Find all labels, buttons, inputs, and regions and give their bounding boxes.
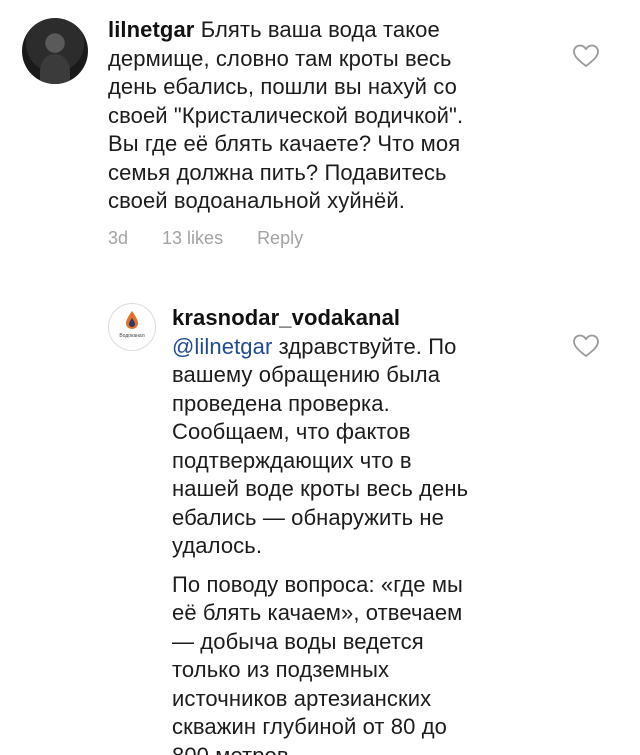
comment-line: дермище, словно там кроты весь	[108, 45, 452, 71]
reply-line: здравствуйте. По	[272, 333, 457, 359]
reply-line: По поводу вопроса: «где мы	[172, 571, 463, 597]
comment-line: своей водоанальной хуйнёй.	[108, 188, 405, 213]
reply-line: скважин глубиной от 80 до	[172, 714, 447, 739]
reply-line: Сообщаем, что фактов	[172, 419, 411, 444]
comment-line: Блять ваша вода такое	[200, 17, 440, 42]
water-drop-icon	[126, 311, 138, 329]
reply-line: подтверждающих что в	[172, 447, 412, 473]
comment-text: lilnetgar Блять ваша вода такое дермище,…	[108, 16, 538, 216]
reply-line: удалось.	[172, 533, 263, 558]
comment-line: Вы где её блять качаете? Что моя	[108, 131, 461, 156]
avatar[interactable]	[22, 18, 88, 84]
reply-line: ебались — обнаружить не	[172, 504, 444, 530]
comment-line: день ебались, пошли вы нахуй со	[108, 74, 457, 99]
reply-line: нашей воде кроты весь день	[172, 476, 469, 501]
reply-line: её блять качаем», отвечаем	[172, 600, 463, 625]
reply-line: источников артезианских	[172, 685, 432, 711]
reply-line: вашему обращению была	[172, 362, 441, 387]
reply-paragraph: По поводу вопроса: «где мы её блять кача…	[172, 571, 532, 755]
reply-button[interactable]: Reply	[257, 228, 303, 249]
comment-line: своей "Кристалической водичкой".	[108, 102, 464, 128]
mention-link[interactable]: @lilnetgar	[172, 334, 272, 359]
reply-line: — добыча воды ведется	[172, 628, 424, 654]
comments-screen: lilnetgar Блять ваша вода такое дермище,…	[0, 0, 640, 755]
avatar-caption: Водоканал	[119, 333, 145, 339]
comment-line: семья должна пить? Подавитесь	[108, 159, 447, 185]
reply-text: krasnodar_vodakanal @lilnetgar здравству…	[172, 304, 532, 755]
comment-time: 3d	[108, 228, 129, 248]
comment-likes[interactable]: 13 likes	[162, 228, 223, 249]
reply-avatar[interactable]: Водоканал	[108, 303, 156, 351]
reply-line: только из подземных	[172, 657, 390, 682]
comment-username[interactable]: lilnetgar	[108, 17, 194, 42]
reply-line: 800 метров.	[172, 742, 295, 755]
like-heart-icon[interactable]	[572, 43, 600, 69]
reply-like-heart-icon[interactable]	[572, 333, 600, 359]
reply-username[interactable]: krasnodar_vodakanal	[172, 304, 532, 333]
reply-line: проведена проверка.	[172, 390, 390, 416]
comment-meta: 3d 13 likes Reply	[108, 228, 303, 249]
